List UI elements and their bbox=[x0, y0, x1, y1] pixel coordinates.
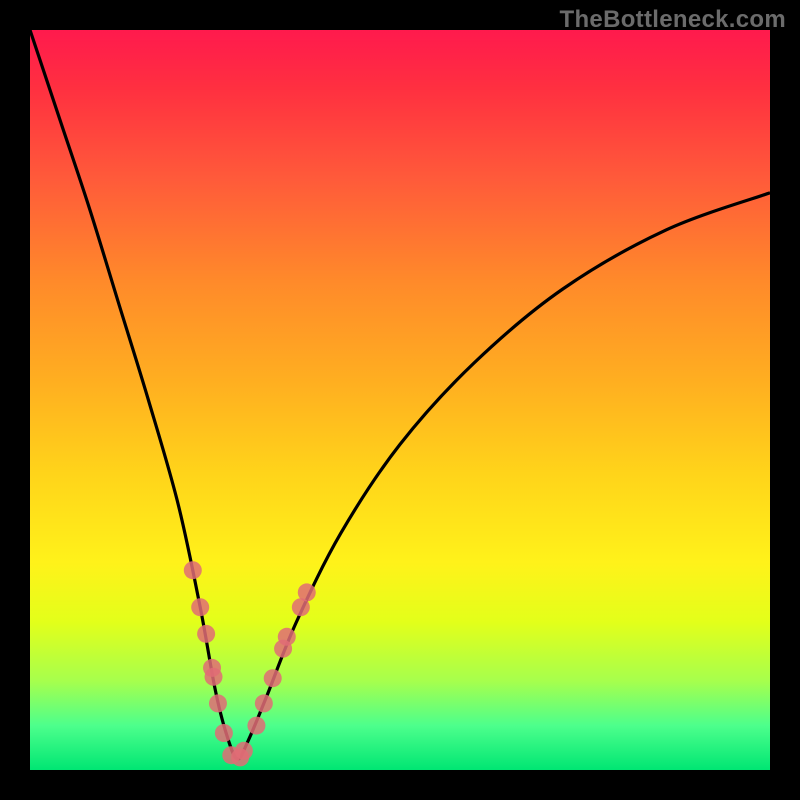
sample-dot bbox=[184, 561, 202, 579]
chart-svg bbox=[30, 30, 770, 770]
sample-dot bbox=[298, 583, 316, 601]
sample-dot bbox=[191, 598, 209, 616]
sample-dot bbox=[215, 724, 233, 742]
sample-dot bbox=[278, 628, 296, 646]
sample-dot bbox=[205, 668, 223, 686]
sample-dot bbox=[197, 625, 215, 643]
sample-dot bbox=[247, 717, 265, 735]
bottleneck-curve bbox=[30, 30, 770, 759]
chart-plot-area bbox=[30, 30, 770, 770]
sample-dot bbox=[209, 694, 227, 712]
sample-dot bbox=[235, 742, 253, 760]
sample-dot bbox=[255, 694, 273, 712]
sample-dot bbox=[264, 669, 282, 687]
